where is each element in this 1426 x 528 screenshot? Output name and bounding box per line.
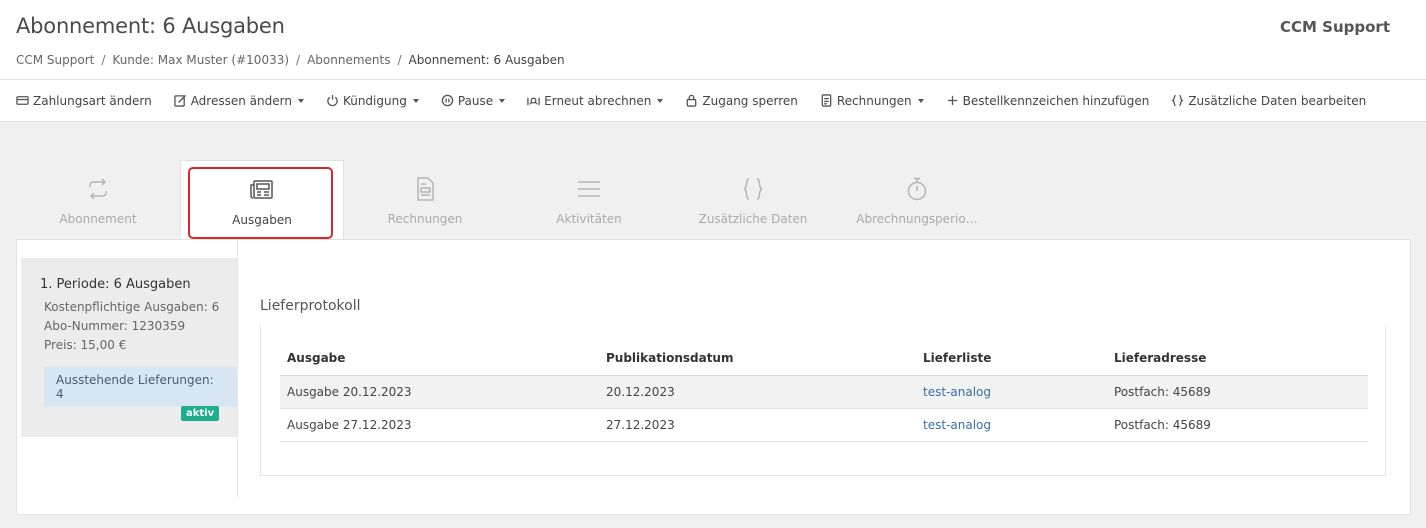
lock-icon [687,94,697,107]
lock-access-button[interactable]: Zugang sperren [685,93,798,108]
plus-icon [947,95,957,106]
invoices-dropdown[interactable]: Rechnungen [820,94,924,108]
cell-delivery-list-link[interactable]: test-analog [923,418,991,432]
credit-card-icon [16,96,29,105]
tab-invoices[interactable]: Rechnungen [343,160,507,240]
stopwatch-icon [907,177,927,201]
tab-additional-data[interactable]: Zusätzliche Daten [671,160,835,240]
table-row: Ausgabe 27.12.2023 27.12.2023 test-analo… [280,409,1368,442]
breadcrumb-item-current: Abonnement: 6 Ausgaben [408,53,565,67]
pause-icon [441,94,454,107]
table-row: Ausgabe 20.12.2023 20.12.2023 test-analo… [280,376,1368,409]
period-title: 1. Periode: 6 Ausgaben [40,277,191,292]
table-header: Ausgabe Publikationsdatum Lieferliste Li… [280,325,1368,376]
edit-additional-data-button[interactable]: Zusätzliche Daten bearbeiten [1171,94,1366,108]
delivery-log-title: Lieferprotokoll [260,298,361,314]
tab-activities[interactable]: Aktivitäten [507,160,671,240]
delivery-log-card: Ausgabe Publikationsdatum Lieferliste Li… [260,325,1386,476]
chevron-down-icon [917,98,924,103]
cell-delivery-address: Postfach: 45689 [1114,385,1211,399]
paid-issues: Kostenpflichtige Ausgaben: 6 [44,300,220,314]
breadcrumb-item-home[interactable]: CCM Support [16,53,94,67]
change-addresses-label: Adressen ändern [190,93,292,108]
cancellation-label: Kündigung [342,93,407,108]
page-title: Abonnement: 6 Ausgaben [16,14,285,38]
tab-billing-periods[interactable]: Abrechnungsperio… [835,160,999,240]
invoice-icon [821,94,832,107]
change-addresses-dropdown[interactable]: Adressen ändern [173,93,304,108]
chevron-down-icon [297,98,304,103]
breadcrumb-separator: / [397,53,402,67]
cancellation-dropdown[interactable]: Kündigung [326,94,419,108]
add-order-reference-button[interactable]: Bestellkennzeichen hinzufügen [946,93,1150,108]
delivery-log-table: Ausgabe Publikationsdatum Lieferliste Li… [280,325,1368,442]
pause-dropdown[interactable]: Pause [441,93,506,108]
breadcrumb-item-customer[interactable]: Kunde: Max Muster (#10033) [112,53,289,67]
braces-icon [743,178,763,200]
pause-label: Pause [457,93,494,108]
tab-subscription[interactable]: Abonnement [16,160,180,240]
change-payment-label: Zahlungsart ändern [33,93,152,108]
tab-label: Abrechnungsperio… [856,212,978,226]
header-user-name[interactable]: CCM Support [1280,18,1390,36]
breadcrumb: CCM Support / Kunde: Max Muster (#10033)… [16,53,565,67]
tab-label: Abonnement [59,212,137,226]
breadcrumb-item-subscriptions[interactable]: Abonnements [307,53,390,67]
issues-panel: 1. Periode: 6 Ausgaben Kostenpflichtige … [16,239,1411,515]
period-price: Preis: 15,00 € [44,338,127,352]
active-tab-highlight [188,167,333,239]
column-header-publication-date[interactable]: Publikationsdatum [606,351,733,365]
column-header-delivery-list[interactable]: Lieferliste [923,351,991,365]
action-toolbar: Zahlungsart ändern Adressen ändern Kündi… [0,80,1426,122]
pending-deliveries-badge: Ausstehende Lieferungen: 4 [44,367,237,407]
tab-label: Rechnungen [387,212,463,226]
cell-delivery-address: Postfach: 45689 [1114,418,1211,432]
chevron-down-icon [499,98,506,103]
subscription-number: Abo-Nummer: 1230359 [44,319,186,333]
period-sidebar: 1. Periode: 6 Ausgaben Kostenpflichtige … [17,240,238,498]
column-header-delivery-address[interactable]: Lieferadresse [1114,351,1206,365]
braces-icon [1171,94,1184,107]
rebill-dropdown[interactable]: Erneut abrechnen [527,93,664,108]
add-order-reference-label: Bestellkennzeichen hinzufügen [962,93,1150,108]
chevron-down-icon [412,98,419,103]
edit-additional-data-label: Zusätzliche Daten bearbeiten [1188,93,1367,108]
cell-delivery-list-link[interactable]: test-analog [923,385,991,399]
cell-publication-date: 27.12.2023 [606,418,675,432]
tab-label: Zusätzliche Daten [698,212,808,226]
tab-label: Aktivitäten [556,212,622,226]
cell-issue: Ausgabe 27.12.2023 [287,418,412,432]
breadcrumb-separator: / [101,53,106,67]
cell-publication-date: 20.12.2023 [606,385,675,399]
status-badge: aktiv [181,406,220,421]
money-hand-icon [527,97,540,106]
power-icon [327,94,338,107]
list-icon [578,181,600,197]
chevron-down-icon [657,98,664,103]
breadcrumb-separator: / [296,53,301,67]
repeat-icon [89,178,107,200]
cell-issue: Ausgabe 20.12.2023 [287,385,412,399]
invoices-label: Rechnungen [836,93,912,108]
page-header: Abonnement: 6 Ausgaben CCM Support CCM S… [0,0,1426,80]
rebill-label: Erneut abrechnen [544,93,652,108]
edit-icon [173,94,186,107]
invoice-icon [417,177,434,201]
column-header-issue[interactable]: Ausgabe [287,351,345,365]
change-payment-button[interactable]: Zahlungsart ändern [16,94,152,108]
lock-access-label: Zugang sperren [702,93,798,108]
